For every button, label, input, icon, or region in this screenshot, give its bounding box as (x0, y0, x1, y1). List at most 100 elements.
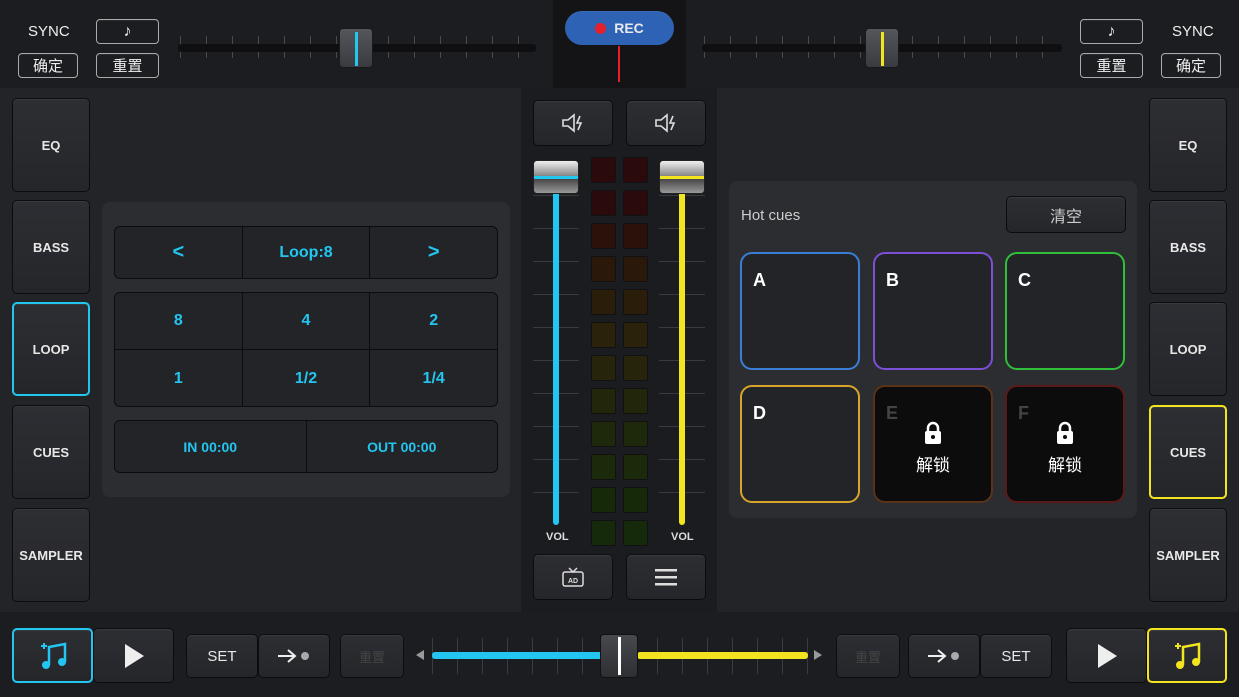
key-lock-button-right[interactable]: ♪ (1080, 19, 1143, 44)
level-meter-cell (623, 190, 648, 216)
loop-size-quarter[interactable]: 1/4 (370, 350, 497, 406)
level-meter-cell (591, 355, 616, 381)
level-meter-cell (623, 388, 648, 414)
dj-app: SYNC 确定 ♪ 重置 REC ♪ 重置 SYNC 确定 EQ BASS LO… (0, 0, 1239, 697)
left-speaker-button[interactable] (533, 100, 613, 146)
left-bottom-reset-button[interactable]: 重置 (340, 634, 404, 678)
right-sampler-button[interactable]: SAMPLER (1149, 508, 1227, 602)
volume-fader-right[interactable] (679, 185, 685, 525)
left-library-button[interactable] (12, 628, 93, 683)
right-cues-button[interactable]: CUES (1149, 405, 1227, 499)
confirm-button-left[interactable]: 确定 (18, 53, 78, 78)
level-meter-cell (591, 256, 616, 282)
level-meter-cell (591, 454, 616, 480)
crossfader-track-left[interactable] (432, 652, 602, 659)
play-icon (124, 643, 144, 668)
left-play-button[interactable] (93, 628, 174, 683)
loop-size-2[interactable]: 2 (370, 293, 497, 349)
loop-prev-button[interactable]: < (115, 227, 243, 278)
vol-label-left: VOL (546, 531, 569, 543)
rec-indicator-line (618, 46, 620, 82)
level-meter-cell (591, 487, 616, 513)
music-add-icon (1175, 641, 1201, 669)
pitch-thumb-left[interactable] (339, 28, 373, 68)
arrow-to-point-icon (928, 649, 959, 663)
lock-icon (925, 421, 941, 444)
level-meter-cell (591, 190, 616, 216)
left-loop-button[interactable]: LOOP (12, 302, 90, 396)
lock-icon (1057, 421, 1073, 444)
volume-fader-left[interactable] (553, 185, 559, 525)
left-cues-button[interactable]: CUES (12, 405, 90, 499)
level-meter-cell (623, 322, 648, 348)
level-meter-cell (591, 421, 616, 447)
music-note-icon: ♪ (1107, 22, 1116, 40)
right-set-button[interactable]: SET (980, 634, 1052, 678)
speaker-bolt-icon (655, 113, 676, 133)
crossfader-track-right[interactable] (637, 652, 808, 659)
level-meter-cell (591, 388, 616, 414)
loop-size-8[interactable]: 8 (115, 293, 243, 349)
level-meter-cell (623, 355, 648, 381)
left-cue-jump-button[interactable] (258, 634, 330, 678)
level-meter-cell (623, 223, 648, 249)
svg-text:AD: AD (568, 578, 578, 585)
arrow-to-point-icon (278, 649, 309, 663)
right-loop-button[interactable]: LOOP (1149, 302, 1227, 396)
level-meter-cell (623, 454, 648, 480)
pitch-reset-button-right[interactable]: 重置 (1080, 53, 1143, 78)
loop-in-button[interactable]: IN 00:00 (115, 421, 307, 472)
level-meter-cell (591, 289, 616, 315)
sync-label-right: SYNC (1172, 23, 1214, 40)
loop-out-button[interactable]: OUT 00:00 (307, 421, 498, 472)
right-library-button[interactable] (1147, 628, 1227, 683)
hot-cue-pad-c[interactable]: C (1005, 252, 1125, 370)
speaker-bolt-icon (562, 113, 583, 133)
volume-fader-thumb-left[interactable] (533, 160, 579, 194)
right-bass-button[interactable]: BASS (1149, 200, 1227, 294)
pitch-thumb-right[interactable] (865, 28, 899, 68)
hot-cue-pad-e-locked[interactable]: E 解锁 (873, 385, 993, 503)
loop-size-half[interactable]: 1/2 (243, 350, 371, 406)
hot-cues-title: Hot cues (741, 207, 801, 224)
hot-cue-pad-f-locked[interactable]: F 解锁 (1005, 385, 1125, 503)
key-lock-button-left[interactable]: ♪ (96, 19, 159, 44)
rec-label: REC (614, 20, 644, 36)
pitch-reset-button-left[interactable]: 重置 (96, 53, 159, 78)
loop-nav-row: < Loop:8 > (114, 226, 498, 279)
vol-label-right: VOL (671, 531, 694, 543)
left-bass-button[interactable]: BASS (12, 200, 90, 294)
ad-button[interactable]: AD (533, 554, 613, 600)
crossfader-left-arrow (416, 650, 424, 660)
hot-cue-pad-a[interactable]: A (740, 252, 860, 370)
music-note-icon: ♪ (123, 22, 132, 40)
level-meter-cell (591, 520, 616, 546)
right-speaker-button[interactable] (626, 100, 706, 146)
loop-next-button[interactable]: > (370, 227, 497, 278)
menu-button[interactable] (626, 554, 706, 600)
confirm-button-right[interactable]: 确定 (1161, 53, 1221, 78)
hot-cue-pad-b[interactable]: B (873, 252, 993, 370)
loop-size-1[interactable]: 1 (115, 350, 243, 406)
level-meter-cell (623, 157, 648, 183)
right-play-button[interactable] (1066, 628, 1147, 683)
loop-title: Loop:8 (243, 227, 371, 278)
left-sampler-button[interactable]: SAMPLER (12, 508, 90, 602)
level-meter-cell (591, 223, 616, 249)
right-bottom-reset-button[interactable]: 重置 (836, 634, 900, 678)
clear-cues-button[interactable]: 清空 (1006, 196, 1126, 233)
right-cue-jump-button[interactable] (908, 634, 980, 678)
rec-button[interactable]: REC (565, 11, 674, 45)
sync-label-left: SYNC (28, 23, 70, 40)
crossfader-thumb[interactable] (600, 634, 638, 678)
left-eq-button[interactable]: EQ (12, 98, 90, 192)
volume-fader-thumb-right[interactable] (659, 160, 705, 194)
right-eq-button[interactable]: EQ (1149, 98, 1227, 192)
loop-in-out-row: IN 00:00 OUT 00:00 (114, 420, 498, 473)
loop-size-4[interactable]: 4 (243, 293, 371, 349)
hot-cue-pad-d[interactable]: D (740, 385, 860, 503)
tv-ad-icon: AD (562, 567, 584, 587)
level-meter-cell (623, 520, 648, 546)
play-icon (1097, 643, 1117, 668)
left-set-button[interactable]: SET (186, 634, 258, 678)
